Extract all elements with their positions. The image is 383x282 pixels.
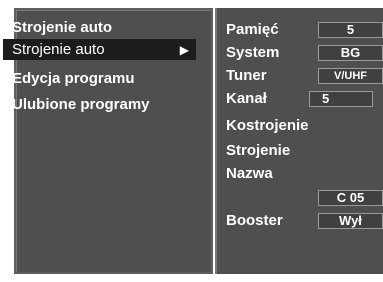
param-value-kanal[interactable]: 5 xyxy=(309,91,373,107)
param-value-tuner[interactable]: V/UHF xyxy=(318,68,383,84)
param-value-nazwa[interactable]: C 05 xyxy=(318,190,383,206)
param-value-booster[interactable]: Wył xyxy=(318,213,383,229)
param-label-kostrojenie[interactable]: Kostrojenie xyxy=(226,117,309,135)
param-label-tuner: Tuner xyxy=(226,67,267,84)
arrow-right-icon: ▶ xyxy=(179,43,189,57)
param-value-pamiec[interactable]: 5 xyxy=(318,22,383,38)
menu-item-strojenie-auto-selected[interactable]: Strojenie auto ▶ xyxy=(3,39,196,60)
param-label-kanal: Kanał xyxy=(226,90,267,107)
menu-item-edycja-programu[interactable]: Edycja programu xyxy=(12,70,135,88)
param-value-system[interactable]: BG xyxy=(318,45,383,61)
menu-item-label: Strojenie auto xyxy=(12,41,105,58)
param-label-pamiec: Pamięć xyxy=(226,21,279,38)
tv-osd-screen: Strojenie auto Strojenie auto ▶ Edycja p… xyxy=(0,0,383,282)
param-label-system: System xyxy=(226,44,280,61)
param-label-booster: Booster xyxy=(226,212,283,229)
param-label-nazwa: Nazwa xyxy=(226,165,273,182)
menu-item-strojenie-auto-header[interactable]: Strojenie auto xyxy=(12,19,112,37)
menu-item-ulubione-programy[interactable]: Ulubione programy xyxy=(12,96,150,114)
param-label-strojenie[interactable]: Strojenie xyxy=(226,142,290,160)
